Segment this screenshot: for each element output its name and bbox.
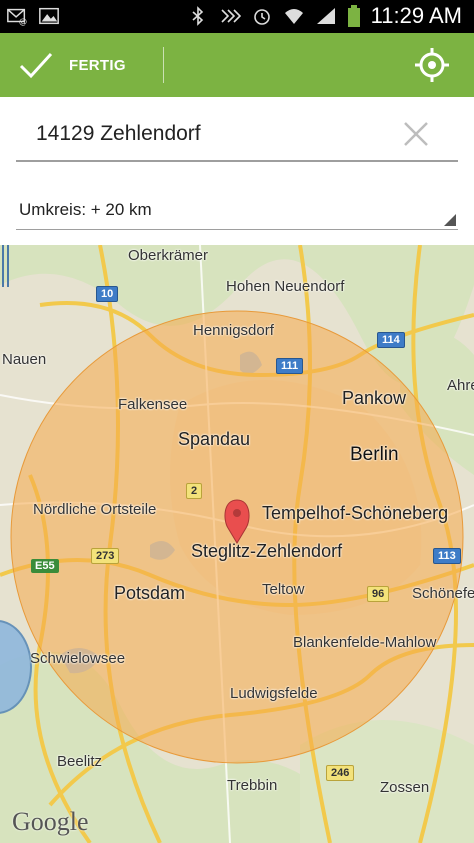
map-view[interactable]: Oberkrämer Hohen Neuendorf Hennigsdorf N… — [0, 245, 474, 843]
road-shield: 10 — [96, 286, 119, 302]
email-notification-icon: @ — [7, 8, 27, 26]
alarm-icon — [253, 9, 270, 25]
drag-grip-icon[interactable] — [0, 245, 12, 287]
location-input-underline — [16, 160, 458, 162]
location-input[interactable]: 14129 Zehlendorf — [16, 104, 458, 162]
road-shield: 246 — [326, 765, 355, 781]
svg-text:@: @ — [19, 16, 27, 26]
map-label: Beelitz — [57, 753, 103, 770]
map-label: Hennigsdorf — [193, 322, 274, 339]
location-input-value: 14129 Zehlendorf — [36, 122, 201, 145]
map-label: Nördliche Ortsteile — [33, 501, 157, 518]
status-bar: @ 11:29 AM — [0, 0, 474, 33]
map-label: Ludwigsfelde — [230, 685, 318, 702]
map-label: Hohen Neuendorf — [226, 278, 345, 295]
image-notification-icon — [39, 7, 59, 25]
map-label: Tempelhof-Schöneberg — [262, 503, 449, 523]
battery-icon — [347, 5, 360, 27]
road-shield: E55 — [31, 559, 59, 573]
google-attribution: Google — [12, 807, 89, 836]
road-shield: 273 — [91, 548, 120, 564]
map-label: Trebbin — [227, 777, 278, 794]
map-label: Potsdam — [114, 583, 186, 603]
map-label: Berlin — [350, 444, 399, 465]
dropdown-arrow-icon — [444, 214, 456, 226]
road-shield: 2 — [186, 483, 203, 499]
signal-icon — [316, 8, 335, 24]
road-shield: 113 — [433, 548, 461, 564]
road-shield: 114 — [377, 332, 405, 348]
road-shield: 96 — [367, 586, 390, 602]
wifi-icon — [284, 9, 303, 24]
done-check-icon[interactable] — [18, 47, 54, 83]
clear-icon[interactable] — [402, 120, 430, 148]
map-label: Schönefe — [412, 585, 474, 602]
map-label: Spandau — [178, 429, 251, 449]
action-bar: FERTIG — [0, 33, 474, 97]
map-label: Falkensee — [118, 396, 188, 413]
road-shield: 111 — [276, 358, 304, 374]
map-label: Zossen — [380, 779, 430, 796]
map-label: Oberkrämer — [128, 247, 209, 264]
done-button[interactable]: FERTIG — [69, 57, 126, 74]
map-label: Ahre — [447, 377, 474, 394]
radius-selected-value: Umkreis: + 20 km — [19, 200, 152, 219]
nfc-icon — [221, 9, 241, 23]
map-label: Schwielowsee — [30, 650, 126, 667]
map-label: Pankow — [342, 388, 407, 408]
map-label: Teltow — [262, 581, 305, 598]
action-bar-divider — [163, 47, 164, 83]
bluetooth-icon — [192, 6, 203, 26]
map-label: Steglitz-Zehlendorf — [191, 541, 343, 561]
map-label: Blankenfelde-Mahlow — [293, 634, 437, 651]
map-label: Nauen — [2, 351, 47, 368]
my-location-icon[interactable] — [414, 47, 450, 83]
radius-dropdown[interactable]: Umkreis: + 20 km — [16, 188, 458, 230]
radius-dropdown-underline — [16, 229, 458, 230]
clock-time: 11:29 AM — [370, 3, 462, 28]
